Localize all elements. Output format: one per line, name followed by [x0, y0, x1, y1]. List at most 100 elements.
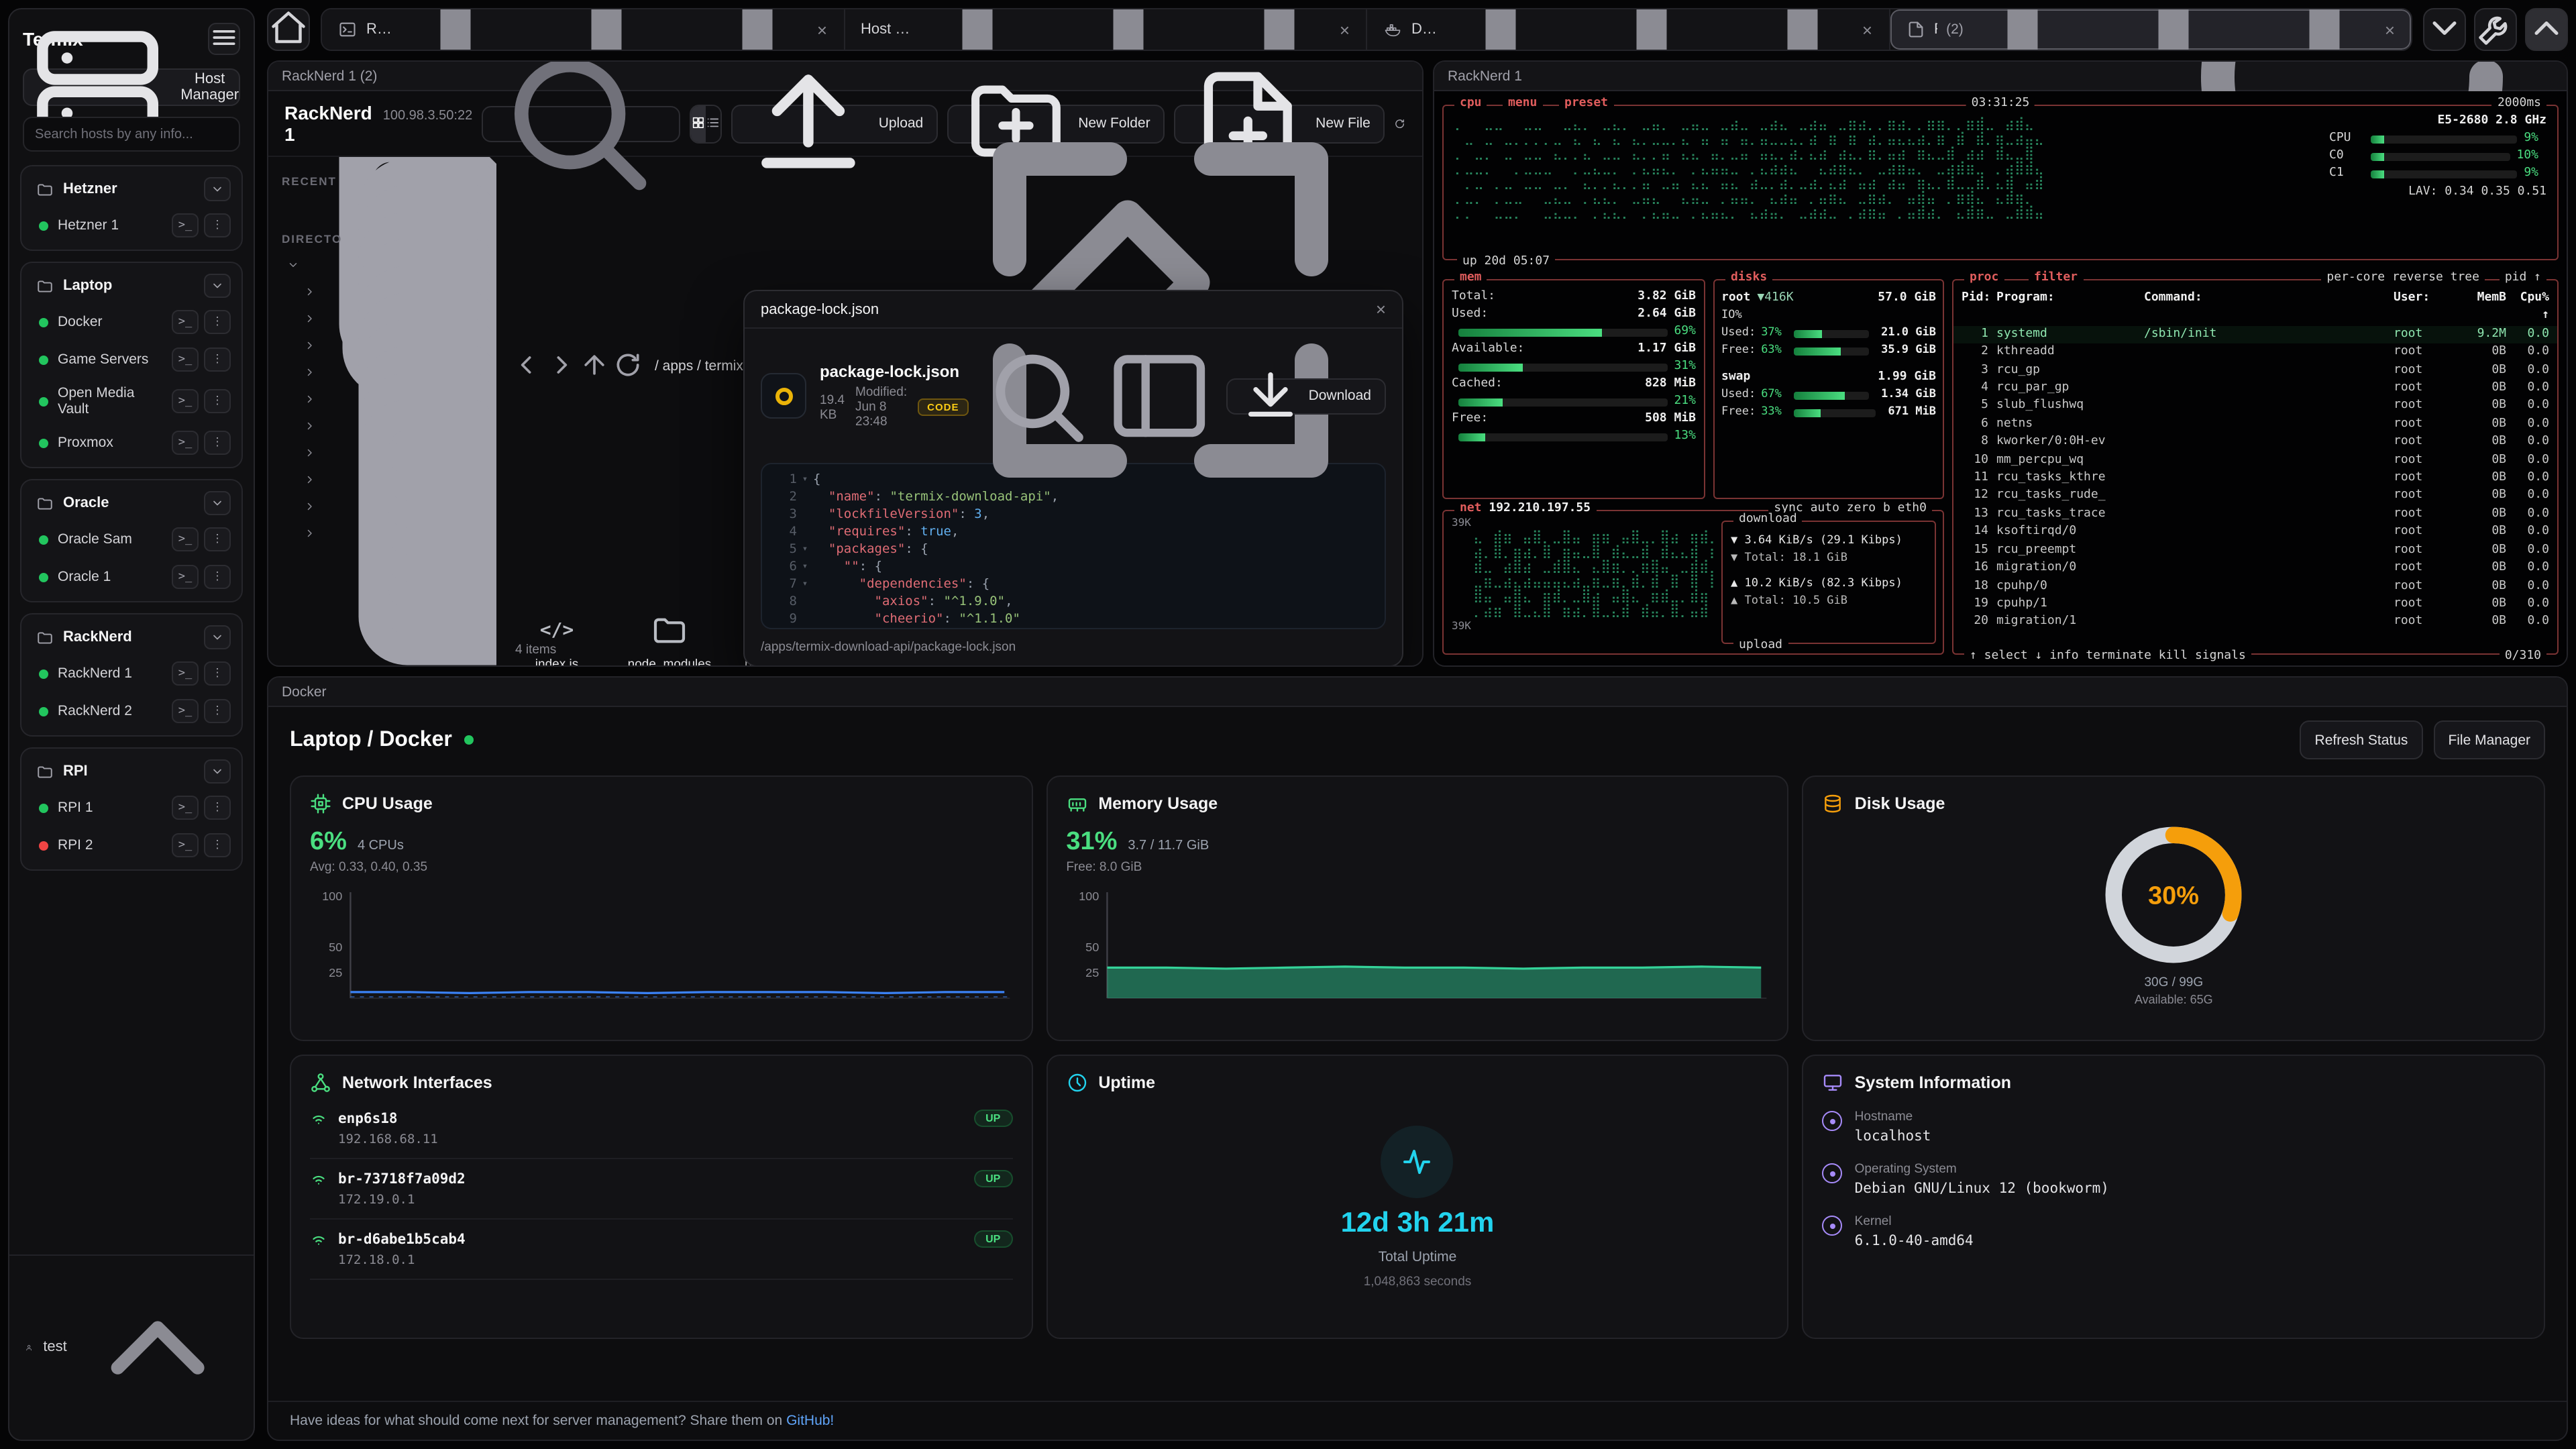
process-row[interactable]: 3rcu_gproot0B0.0 [1953, 362, 2557, 380]
host-menu-button[interactable]: ⋮ [204, 565, 231, 589]
chevron-right-icon[interactable] [303, 419, 315, 431]
open-terminal-button[interactable]: >_ [172, 213, 199, 237]
fold-arrow[interactable]: ▾ [797, 541, 813, 559]
fold-arrow[interactable]: ▾ [797, 472, 813, 489]
process-row[interactable]: 12rcu_tasks_rude_root0B0.0 [1953, 488, 2557, 506]
file-item[interactable]: node_modules [625, 608, 714, 667]
fold-arrow[interactable]: ▾ [797, 559, 813, 576]
host-menu-button[interactable]: ⋮ [204, 699, 231, 723]
upload-button[interactable]: Upload [731, 104, 938, 143]
tab-racknerd-1[interactable]: RackNerd 1(2)× [1890, 9, 2411, 50]
open-terminal-button[interactable]: >_ [172, 310, 199, 334]
host-item[interactable]: RPI 2>_⋮ [27, 826, 236, 864]
github-link[interactable]: GitHub! [786, 1413, 834, 1429]
process-row[interactable]: 11rcu_tasks_kthreroot0B0.0 [1953, 470, 2557, 488]
host-group-header[interactable]: RackNerd [27, 620, 236, 655]
up-directory-button[interactable] [580, 352, 609, 381]
chevron-right-icon[interactable] [303, 285, 315, 297]
process-row[interactable]: 2kthreaddroot0B0.0 [1953, 343, 2557, 362]
split-view-icon[interactable] [928, 8, 1330, 51]
open-terminal-button[interactable]: >_ [172, 833, 199, 857]
host-menu-button[interactable]: ⋮ [204, 833, 231, 857]
host-item[interactable]: Oracle 1>_⋮ [27, 558, 236, 596]
host-menu-button[interactable]: ⋮ [204, 389, 231, 413]
process-row[interactable]: 4rcu_par_gproot0B0.0 [1953, 380, 2557, 398]
chevron-right-icon[interactable] [303, 446, 315, 458]
proc-options[interactable]: per-core reverse tree [2321, 271, 2485, 284]
group-collapse-button[interactable] [204, 625, 231, 649]
close-icon[interactable]: × [1376, 299, 1386, 319]
host-search-input[interactable] [23, 117, 240, 152]
host-item[interactable]: Game Servers>_⋮ [27, 341, 236, 378]
chevron-right-icon[interactable] [303, 473, 315, 485]
group-collapse-button[interactable] [204, 759, 231, 784]
open-terminal-button[interactable]: >_ [172, 699, 199, 723]
download-button[interactable]: Download [1227, 378, 1386, 414]
back-button[interactable] [513, 352, 542, 381]
open-terminal-button[interactable]: >_ [172, 347, 199, 372]
process-row[interactable]: 13rcu_tasks_traceroot0B0.0 [1953, 506, 2557, 524]
host-group-header[interactable]: Oracle [27, 486, 236, 521]
process-table-header[interactable]: Pid:Program:Command:User:MemBCpu% ↑ [1953, 290, 2557, 326]
tools-button[interactable] [2474, 8, 2517, 51]
process-row[interactable]: 18cpuhp/0root0B0.0 [1953, 578, 2557, 596]
menu-label[interactable]: menu [1503, 97, 1542, 110]
open-terminal-button[interactable]: >_ [172, 661, 199, 686]
host-manager-button[interactable]: Host Manager [23, 68, 240, 106]
process-row[interactable]: 1systemd/sbin/initroot9.2M0.0 [1953, 326, 2557, 344]
host-menu-button[interactable]: ⋮ [204, 661, 231, 686]
tab-racknerd-1[interactable]: RackNerd 1× [322, 9, 845, 50]
host-group-header[interactable]: RPI [27, 754, 236, 789]
tab-host-manager[interactable]: Host Manager× [845, 9, 1367, 50]
preset-label[interactable]: preset [1559, 97, 1613, 110]
process-row[interactable]: 14ksoftirqd/0root0B0.0 [1953, 524, 2557, 542]
host-item[interactable]: Hetzner 1>_⋮ [27, 207, 236, 244]
filter-label[interactable]: filter [2029, 271, 2083, 284]
open-in-editor-icon[interactable] [1104, 341, 1215, 451]
reload-button[interactable] [613, 352, 643, 381]
host-menu-button[interactable]: ⋮ [204, 213, 231, 237]
process-row[interactable]: 16migration/0root0B0.0 [1953, 559, 2557, 578]
forward-button[interactable] [546, 352, 576, 381]
process-row[interactable]: 6netnsroot0B0.0 [1953, 416, 2557, 434]
process-row[interactable]: 10mm_percpu_wqroot0B0.0 [1953, 451, 2557, 470]
home-button[interactable] [267, 8, 310, 51]
code-preview[interactable]: 1▾{2 "name": "termix-download-api",3 "lo… [761, 464, 1386, 630]
process-row[interactable]: 8kworker/0:0H-evroot0B0.0 [1953, 434, 2557, 452]
split-view-icon[interactable] [1450, 8, 1853, 51]
host-menu-button[interactable]: ⋮ [204, 527, 231, 551]
group-collapse-button[interactable] [204, 491, 231, 515]
sidebar-menu-button[interactable] [208, 23, 240, 55]
host-menu-button[interactable]: ⋮ [204, 347, 231, 372]
chevron-right-icon[interactable] [303, 366, 315, 378]
chevron-right-icon[interactable] [303, 527, 315, 539]
close-icon[interactable]: × [2385, 21, 2395, 38]
chevron-up-icon[interactable] [78, 1268, 237, 1428]
group-collapse-button[interactable] [204, 274, 231, 298]
file-item[interactable]: </>index.js4.3 KB [513, 608, 601, 667]
host-menu-button[interactable]: ⋮ [204, 431, 231, 455]
close-icon[interactable]: × [1340, 21, 1350, 38]
directory-item[interactable]: opt [282, 519, 483, 546]
split-view-icon[interactable] [1973, 8, 2375, 51]
pid-sort-label[interactable]: pid ↑ [2500, 271, 2546, 284]
chevron-right-icon[interactable] [303, 500, 315, 512]
search-in-file-icon[interactable] [981, 341, 1092, 451]
host-menu-button[interactable]: ⋮ [204, 796, 231, 820]
close-icon[interactable]: × [1862, 21, 1872, 38]
grid-view-button[interactable] [691, 105, 706, 142]
fold-arrow[interactable]: ▾ [797, 576, 813, 594]
host-item[interactable]: RackNerd 2>_⋮ [27, 692, 236, 730]
refresh-button[interactable] [1395, 109, 1406, 138]
process-row[interactable]: 20migration/1root0B0.0 [1953, 614, 2557, 632]
chevron-down-icon[interactable] [287, 258, 299, 270]
split-view-icon[interactable] [405, 8, 808, 51]
host-item[interactable]: Open Media Vault>_⋮ [27, 378, 236, 424]
chevron-right-icon[interactable] [303, 312, 315, 324]
tab-list-button[interactable] [2423, 8, 2466, 51]
process-list[interactable]: Pid:Program:Command:User:MemBCpu% ↑1syst… [1953, 280, 2557, 635]
open-terminal-button[interactable]: >_ [172, 527, 199, 551]
list-view-button[interactable] [706, 105, 720, 142]
process-row[interactable]: 15rcu_preemptroot0B0.0 [1953, 541, 2557, 559]
process-row[interactable]: 19cpuhp/1root0B0.0 [1953, 596, 2557, 614]
